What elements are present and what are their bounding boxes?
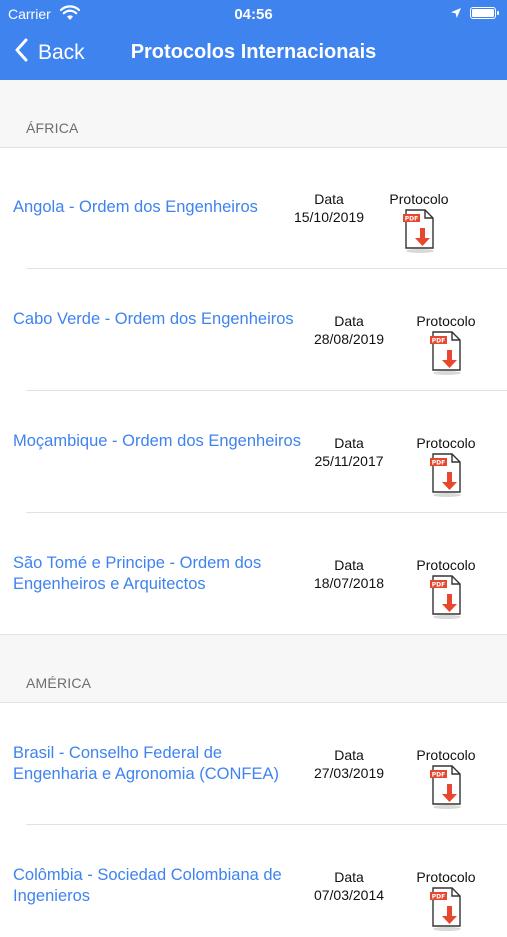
divider: [0, 634, 507, 635]
organization-name[interactable]: São Tomé e Principe - Ordem dos Engenhei…: [13, 553, 303, 595]
date-label: Data: [334, 435, 364, 451]
date-column: Data 28/08/2019: [299, 312, 399, 348]
date-value: 07/03/2014: [313, 887, 385, 903]
protocol-label: Protocolo: [416, 869, 476, 885]
date-value: 28/08/2019: [313, 331, 385, 347]
divider: [0, 702, 507, 703]
date-label: Data: [334, 869, 364, 885]
section-header-africa: ÁFRICA: [0, 80, 507, 148]
pdf-download-icon[interactable]: PDF: [403, 208, 437, 254]
svg-text:PDF: PDF: [432, 581, 445, 588]
date-value: 18/07/2018: [313, 575, 385, 591]
pdf-download-icon[interactable]: PDF: [430, 452, 464, 498]
date-column: Data 15/10/2019: [279, 190, 379, 226]
svg-text:PDF: PDF: [432, 459, 445, 466]
date-label: Data: [334, 557, 364, 573]
page-title: Protocolos Internacionais: [130, 41, 377, 63]
battery-icon: [470, 7, 499, 19]
organization-name[interactable]: Colômbia - Sociedad Colombiana de Ingeni…: [13, 865, 303, 907]
organization-name[interactable]: Brasil - Conselho Federal de Engenharia …: [13, 743, 303, 785]
organization-name[interactable]: Angola - Ordem dos Engenheiros: [13, 197, 303, 218]
divider: [26, 390, 507, 391]
protocol-label: Protocolo: [416, 435, 476, 451]
date-label: Data: [334, 747, 364, 763]
date-column: Data 27/03/2019: [299, 746, 399, 782]
navigation-header: Carrier 04:56 Back Protocolos Internacio…: [0, 0, 507, 80]
divider: [0, 147, 507, 148]
organization-name[interactable]: Moçambique - Ordem dos Engenheiros: [13, 431, 303, 452]
svg-text:PDF: PDF: [432, 771, 445, 778]
section-header-america: AMÉRICA: [0, 635, 507, 703]
protocol-label: Protocolo: [416, 557, 476, 573]
date-value: 27/03/2019: [313, 765, 385, 781]
date-column: Data 07/03/2014: [299, 868, 399, 904]
protocol-list: ÁFRICA Angola - Ordem dos Engenheiros Da…: [0, 80, 507, 931]
date-value: 25/11/2017: [314, 453, 384, 469]
section-title: AMÉRICA: [26, 675, 92, 691]
protocol-label: Protocolo: [416, 747, 476, 763]
date-value: 15/10/2019: [293, 209, 365, 225]
divider: [26, 512, 507, 513]
pdf-download-icon[interactable]: PDF: [430, 330, 464, 376]
protocol-label: Protocolo: [389, 191, 449, 207]
pdf-download-icon[interactable]: PDF: [430, 764, 464, 810]
svg-text:PDF: PDF: [432, 337, 445, 344]
location-arrow-icon: [450, 6, 462, 22]
pdf-download-icon[interactable]: PDF: [430, 574, 464, 620]
status-bar: Carrier 04:56: [0, 0, 507, 28]
clock-label: 04:56: [234, 6, 273, 23]
divider: [26, 824, 507, 825]
organization-name[interactable]: Cabo Verde - Ordem dos Engenheiros: [13, 309, 303, 330]
svg-text:PDF: PDF: [405, 215, 418, 222]
date-column: Data 25/11/2017: [299, 434, 399, 470]
date-column: Data 18/07/2018: [299, 556, 399, 592]
protocol-label: Protocolo: [416, 313, 476, 329]
nav-bar: Back Protocolos Internacionais: [0, 30, 507, 76]
section-title: ÁFRICA: [26, 120, 79, 136]
date-label: Data: [334, 313, 364, 329]
svg-text:PDF: PDF: [432, 893, 445, 900]
date-label: Data: [314, 191, 344, 207]
pdf-download-icon[interactable]: PDF: [430, 886, 464, 932]
divider: [26, 268, 507, 269]
